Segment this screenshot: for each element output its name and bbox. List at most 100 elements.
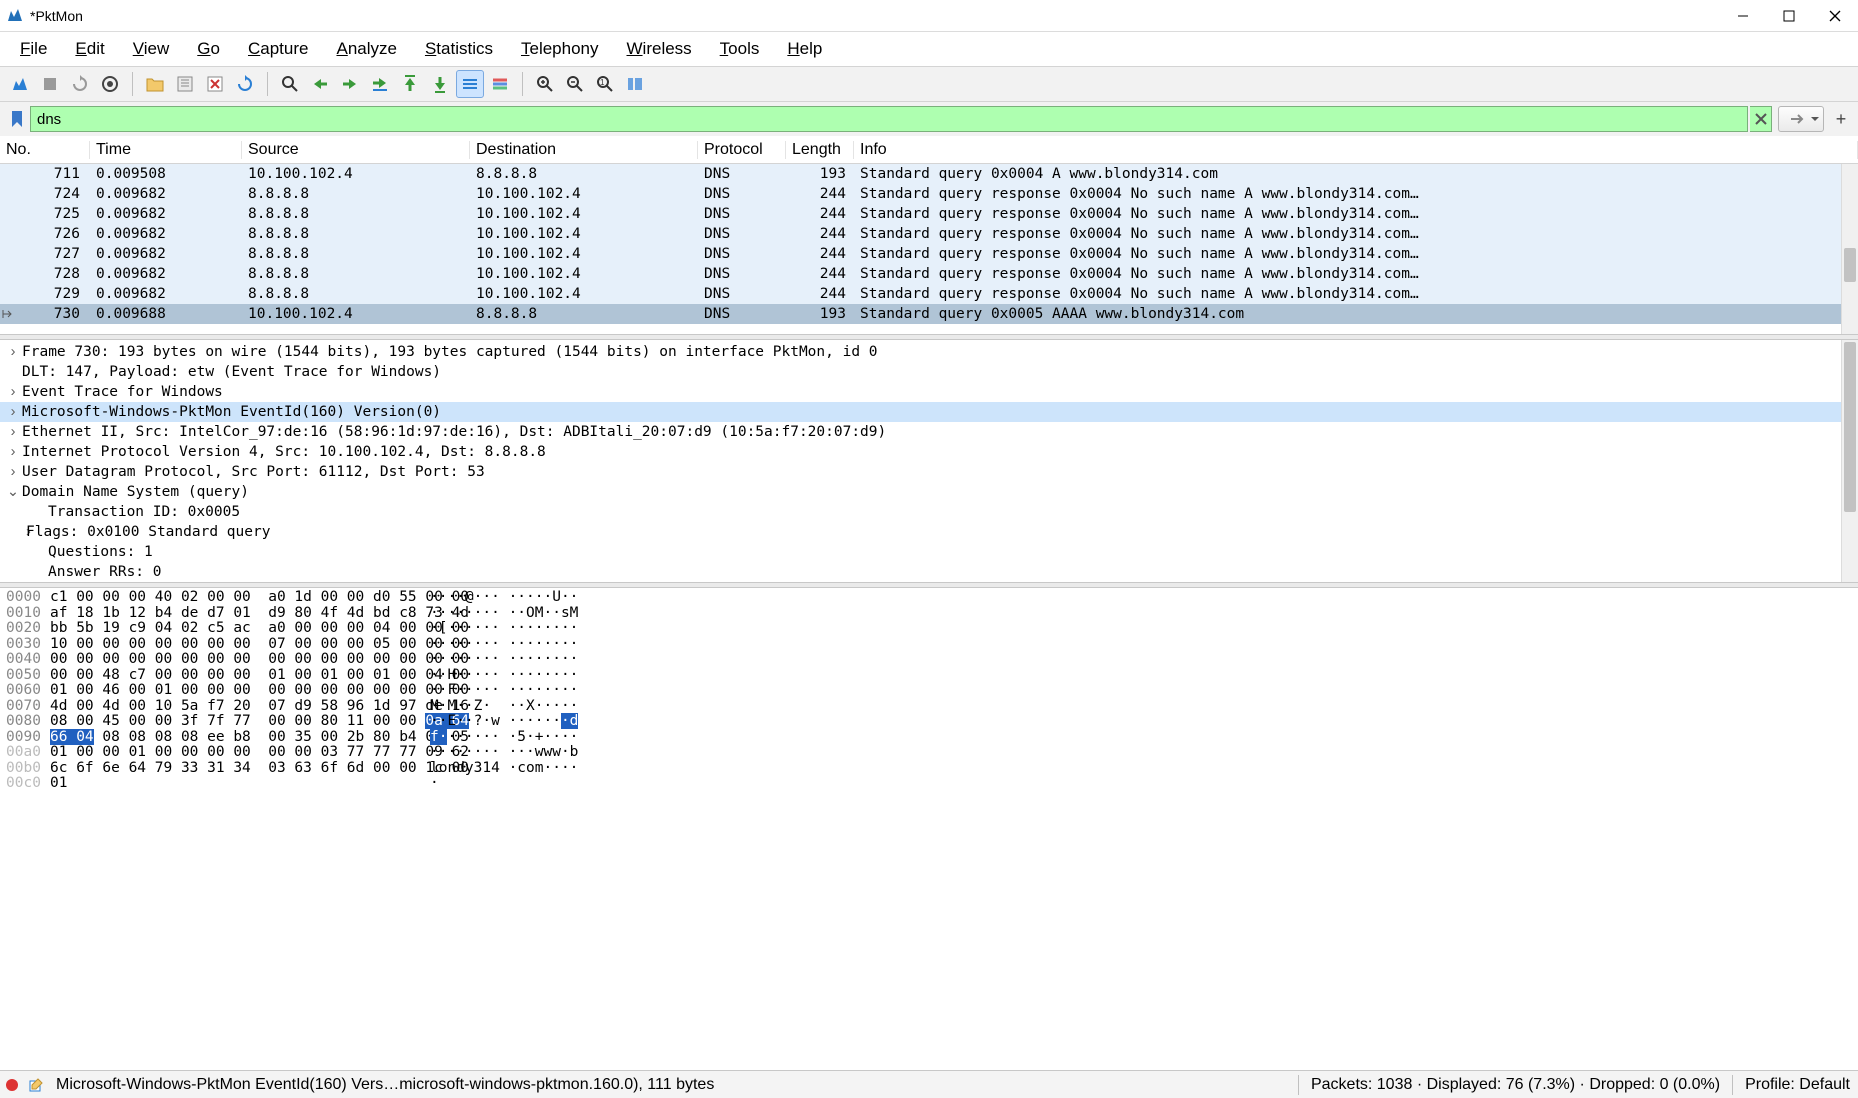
column-info[interactable]: Info <box>854 141 1858 159</box>
window-title: *PktMon <box>30 8 1720 24</box>
tree-toggle-icon[interactable]: › <box>4 384 22 400</box>
packet-row[interactable]: 7260.0096828.8.8.810.100.102.4DNS244Stan… <box>0 224 1858 244</box>
capture-options-button[interactable] <box>96 70 124 98</box>
hex-line[interactable]: 006001 00 46 00 01 00 00 00 00 00 00 00 … <box>6 683 1852 699</box>
find-packet-button[interactable] <box>276 70 304 98</box>
clear-filter-button[interactable] <box>1750 106 1772 132</box>
stop-capture-button[interactable] <box>36 70 64 98</box>
menu-go[interactable]: Go <box>183 35 234 63</box>
expert-info-icon[interactable] <box>0 1077 24 1093</box>
toolbar: 1 <box>0 66 1858 102</box>
hex-line[interactable]: 0000c1 00 00 00 40 02 00 00 a0 1d 00 00 … <box>6 590 1852 606</box>
detail-line[interactable]: ›Internet Protocol Version 4, Src: 10.10… <box>0 442 1858 462</box>
zoom-reset-button[interactable]: 1 <box>591 70 619 98</box>
svg-text:1: 1 <box>600 78 605 87</box>
column-no[interactable]: No. <box>0 141 90 159</box>
detail-line[interactable]: ›User Datagram Protocol, Src Port: 61112… <box>0 462 1858 482</box>
menu-telephony[interactable]: Telephony <box>507 35 613 63</box>
packet-list-scrollbar[interactable] <box>1841 164 1858 334</box>
tree-toggle-icon[interactable]: › <box>4 444 22 460</box>
zoom-in-button[interactable] <box>531 70 559 98</box>
packet-details-pane: ›Frame 730: 193 bytes on wire (1544 bits… <box>0 340 1858 582</box>
hex-line[interactable]: 004000 00 00 00 00 00 00 00 00 00 00 00 … <box>6 652 1852 668</box>
column-dest[interactable]: Destination <box>470 141 698 159</box>
menu-help[interactable]: Help <box>773 35 836 63</box>
detail-line[interactable]: Transaction ID: 0x0005 <box>0 502 1858 522</box>
go-first-button[interactable] <box>396 70 424 98</box>
detail-line[interactable]: ›Microsoft-Windows-PktMon EventId(160) V… <box>0 402 1858 422</box>
menu-view[interactable]: View <box>119 35 184 63</box>
column-proto[interactable]: Protocol <box>698 141 786 159</box>
packet-row[interactable]: 7290.0096828.8.8.810.100.102.4DNS244Stan… <box>0 284 1858 304</box>
packet-row[interactable]: 7300.00968810.100.102.48.8.8.8DNS193Stan… <box>0 304 1858 324</box>
hex-line[interactable]: 009066 04 08 08 08 08 ee b8 00 35 00 2b … <box>6 730 1852 746</box>
detail-line[interactable]: ›Ethernet II, Src: IntelCor_97:de:16 (58… <box>0 422 1858 442</box>
column-len[interactable]: Length <box>786 141 854 159</box>
packet-row[interactable]: 7110.00950810.100.102.48.8.8.8DNS193Stan… <box>0 164 1858 184</box>
colorize-button[interactable] <box>486 70 514 98</box>
auto-scroll-button[interactable] <box>456 70 484 98</box>
hex-line[interactable]: 00b06c 6f 6e 64 79 33 31 34 03 63 6f 6d … <box>6 761 1852 777</box>
restart-capture-button[interactable] <box>66 70 94 98</box>
packet-list-pane: No. Time Source Destination Protocol Len… <box>0 136 1858 334</box>
detail-line[interactable]: ›Flags: 0x0100 Standard query <box>0 522 1858 542</box>
packet-list-header[interactable]: No. Time Source Destination Protocol Len… <box>0 136 1858 164</box>
open-file-button[interactable] <box>141 70 169 98</box>
hex-line[interactable]: 00c001 · <box>6 776 1852 792</box>
packet-row[interactable]: 7250.0096828.8.8.810.100.102.4DNS244Stan… <box>0 204 1858 224</box>
menu-capture[interactable]: Capture <box>234 35 322 63</box>
tree-toggle-icon[interactable]: › <box>4 424 22 440</box>
status-profile[interactable]: Profile: Default <box>1737 1076 1858 1094</box>
bookmark-icon[interactable] <box>6 106 28 132</box>
tree-toggle-icon[interactable]: › <box>4 464 22 480</box>
add-filter-button[interactable]: + <box>1830 106 1852 132</box>
tree-toggle-icon[interactable]: ⌄ <box>4 484 22 500</box>
hex-line[interactable]: 0020bb 5b 19 c9 04 02 c5 ac a0 00 00 00 … <box>6 621 1852 637</box>
close-file-button[interactable] <box>201 70 229 98</box>
display-filter-input[interactable] <box>30 106 1748 132</box>
go-back-button[interactable] <box>306 70 334 98</box>
detail-line[interactable]: Questions: 1 <box>0 542 1858 562</box>
detail-line[interactable]: ›Event Trace for Windows <box>0 382 1858 402</box>
detail-line[interactable]: DLT: 147, Payload: etw (Event Trace for … <box>0 362 1858 382</box>
menu-tools[interactable]: Tools <box>706 35 774 63</box>
reload-file-button[interactable] <box>231 70 259 98</box>
menu-edit[interactable]: Edit <box>61 35 118 63</box>
packet-row[interactable]: 7240.0096828.8.8.810.100.102.4DNS244Stan… <box>0 184 1858 204</box>
tree-toggle-icon[interactable]: › <box>4 524 26 540</box>
titlebar: *PktMon <box>0 0 1858 32</box>
details-scrollbar[interactable] <box>1841 340 1858 582</box>
hex-line[interactable]: 0010af 18 1b 12 b4 de d7 01 d9 80 4f 4d … <box>6 606 1852 622</box>
detail-line[interactable]: ⌄Domain Name System (query) <box>0 482 1858 502</box>
detail-line[interactable]: Answer RRs: 0 <box>0 562 1858 582</box>
hex-line[interactable]: 00704d 00 4d 00 10 5a f7 20 07 d9 58 96 … <box>6 699 1852 715</box>
save-file-button[interactable] <box>171 70 199 98</box>
minimize-button[interactable] <box>1720 0 1766 32</box>
packet-row[interactable]: 7280.0096828.8.8.810.100.102.4DNS244Stan… <box>0 264 1858 284</box>
tree-toggle-icon[interactable]: › <box>4 344 22 360</box>
go-last-button[interactable] <box>426 70 454 98</box>
close-button[interactable] <box>1812 0 1858 32</box>
menu-analyze[interactable]: Analyze <box>322 35 410 63</box>
menu-statistics[interactable]: Statistics <box>411 35 507 63</box>
hex-line[interactable]: 00a001 00 00 01 00 00 00 00 00 00 03 77 … <box>6 745 1852 761</box>
menu-wireless[interactable]: Wireless <box>613 35 706 63</box>
edit-capture-comment-icon[interactable] <box>24 1077 48 1093</box>
hex-line[interactable]: 003010 00 00 00 00 00 00 00 07 00 00 00 … <box>6 637 1852 653</box>
hex-view-pane[interactable]: 0000c1 00 00 00 40 02 00 00 a0 1d 00 00 … <box>0 588 1858 798</box>
menu-file[interactable]: File <box>6 35 61 63</box>
maximize-button[interactable] <box>1766 0 1812 32</box>
zoom-out-button[interactable] <box>561 70 589 98</box>
apply-filter-button[interactable] <box>1778 106 1824 132</box>
tree-toggle-icon[interactable]: › <box>4 404 22 420</box>
detail-line[interactable]: ›Frame 730: 193 bytes on wire (1544 bits… <box>0 342 1858 362</box>
column-source[interactable]: Source <box>242 141 470 159</box>
column-time[interactable]: Time <box>90 141 242 159</box>
resize-columns-button[interactable] <box>621 70 649 98</box>
go-forward-button[interactable] <box>336 70 364 98</box>
packet-row[interactable]: 7270.0096828.8.8.810.100.102.4DNS244Stan… <box>0 244 1858 264</box>
hex-line[interactable]: 005000 00 48 c7 00 00 00 00 01 00 01 00 … <box>6 668 1852 684</box>
hex-line[interactable]: 008008 00 45 00 00 3f 7f 77 00 00 80 11 … <box>6 714 1852 730</box>
start-capture-button[interactable] <box>6 70 34 98</box>
go-to-packet-button[interactable] <box>366 70 394 98</box>
